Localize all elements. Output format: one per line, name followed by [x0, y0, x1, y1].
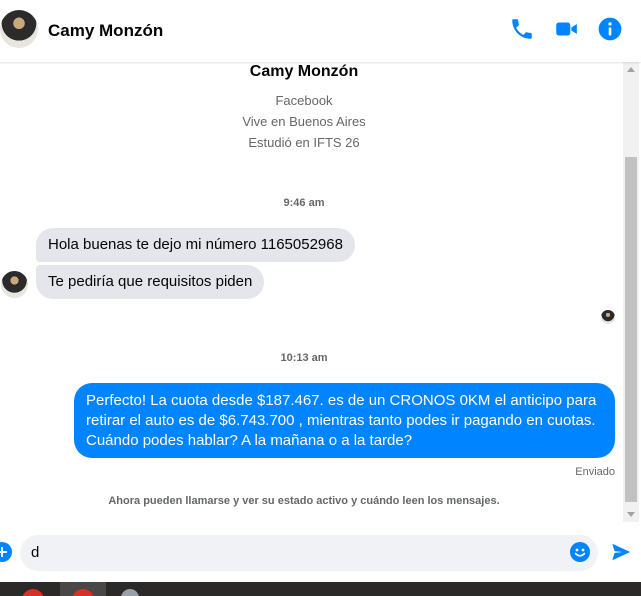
scroll-up-arrow[interactable] — [627, 67, 635, 72]
profile-education: Estudió en IFTS 26 — [248, 135, 360, 150]
message-composer — [0, 522, 641, 582]
profile-name: Camy Monzón — [249, 63, 359, 80]
video-camera-icon[interactable] — [553, 16, 579, 42]
profile-source: Facebook — [275, 93, 333, 108]
outgoing-message-line: retirar el auto es de $6.743.700 , mient… — [86, 412, 596, 429]
outgoing-message-line: Perfecto! La cuota desde $187.467. es de… — [86, 392, 597, 409]
message-scrollbar[interactable] — [623, 62, 639, 522]
connection-info: Ahora pueden llamarse y ver su estado ac… — [108, 495, 500, 507]
message-input-container[interactable] — [20, 535, 598, 571]
message-timestamp: 10:13 am — [280, 352, 328, 364]
contact-avatar[interactable] — [0, 10, 38, 48]
taskbar-app-icon[interactable] — [121, 589, 139, 596]
scroll-down-arrow[interactable] — [627, 512, 635, 517]
message-timestamp: 9:46 am — [283, 197, 325, 209]
sender-avatar — [1, 271, 28, 298]
taskbar-app-icon[interactable] — [22, 589, 44, 596]
os-taskbar — [0, 582, 641, 596]
read-receipt-avatar — [601, 310, 615, 324]
message-input[interactable] — [31, 535, 561, 571]
message-list[interactable]: Camy Monzón Facebook Vive en Buenos Aire… — [0, 62, 641, 522]
conversation-header: Camy Monzón — [0, 0, 641, 62]
send-icon[interactable] — [610, 541, 632, 563]
profile-location: Vive en Buenos Aires — [242, 114, 366, 129]
emoji-icon[interactable] — [570, 542, 590, 562]
contact-name[interactable]: Camy Monzón — [48, 21, 163, 41]
outgoing-message-line: Cuándo podes hablar? A la mañana o a la … — [86, 432, 413, 449]
scroll-thumb[interactable] — [625, 157, 637, 502]
plus-icon[interactable] — [0, 542, 12, 562]
phone-icon[interactable] — [509, 16, 535, 42]
info-icon[interactable] — [597, 16, 623, 42]
outgoing-message[interactable]: Perfecto! La cuota desde $187.467. es de… — [74, 383, 615, 458]
incoming-message[interactable]: Te pediría que requisitos piden — [36, 265, 265, 299]
sent-status: Enviado — [575, 466, 615, 478]
incoming-message[interactable]: Hola buenas te dejo mi número 1165052968 — [36, 228, 355, 262]
